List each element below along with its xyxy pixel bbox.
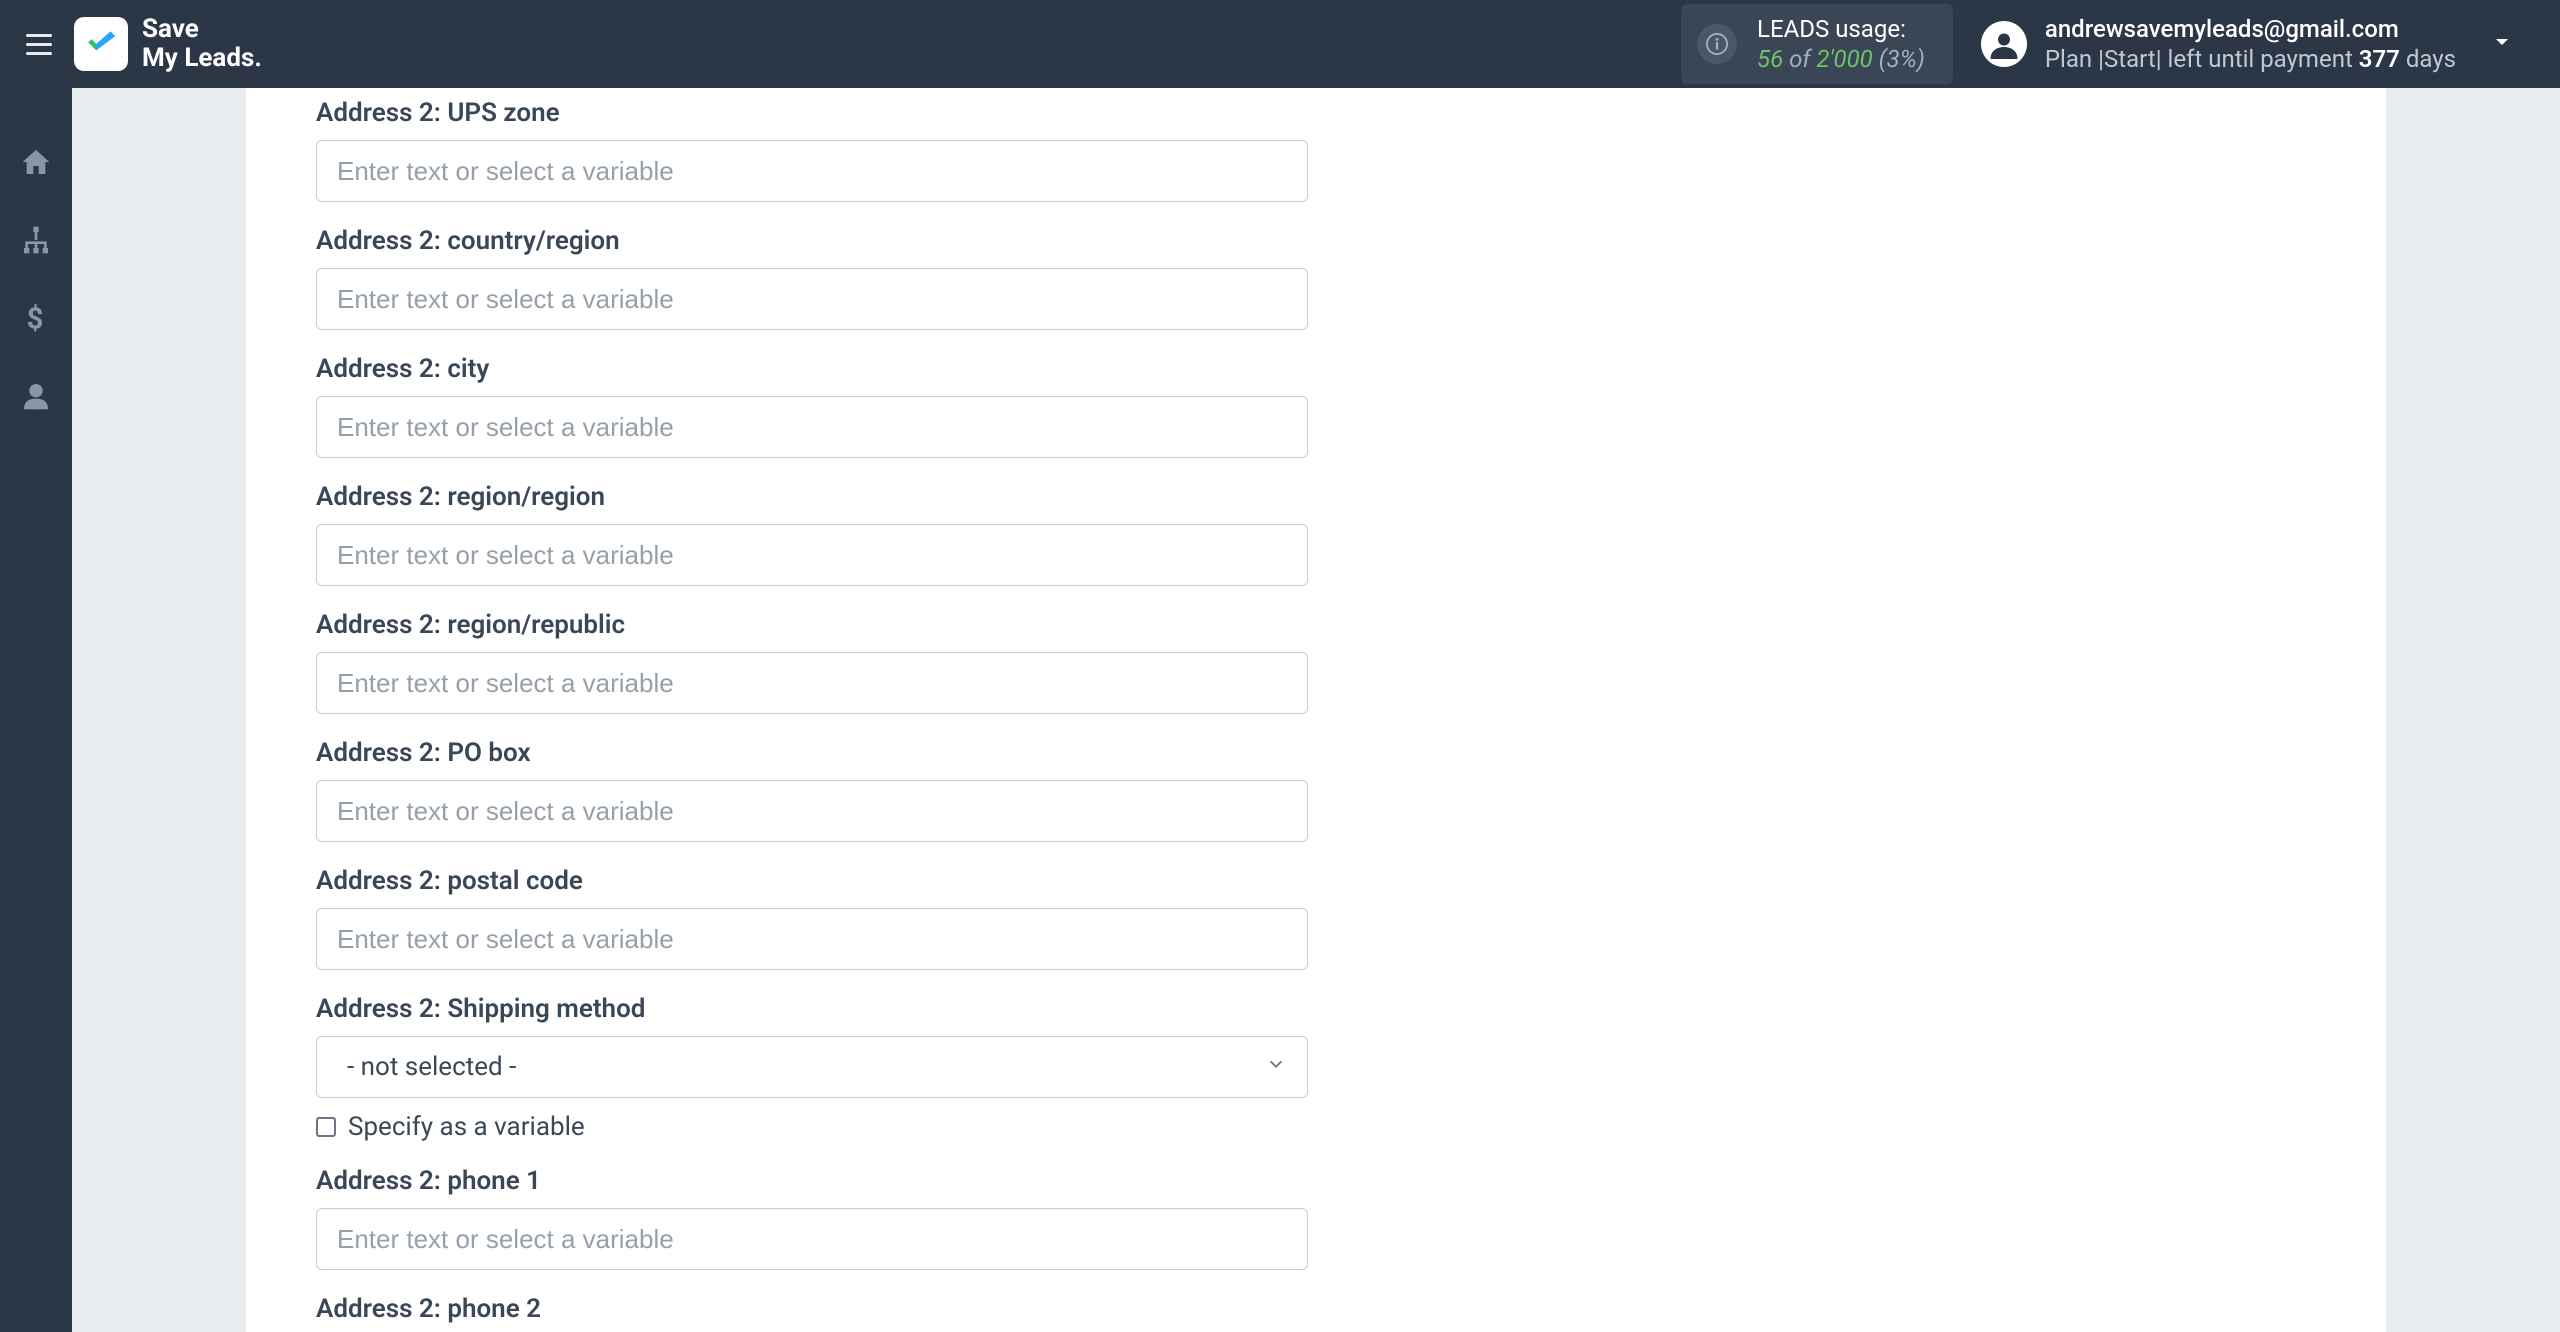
form-input[interactable]	[316, 268, 1308, 330]
chevron-down-icon	[1265, 1052, 1287, 1082]
form-group: Address 2: phone 2	[316, 1294, 1308, 1324]
form-input[interactable]	[316, 140, 1308, 202]
form-input[interactable]	[316, 524, 1308, 586]
form-group: Address 2: Shipping method - not selected…	[316, 994, 1308, 1142]
logo-icon	[74, 17, 128, 71]
logo[interactable]: Save My Leads.	[74, 15, 262, 72]
form-input[interactable]	[316, 652, 1308, 714]
leads-usage-title: LEADS usage:	[1757, 14, 1925, 44]
logo-text: Save My Leads.	[142, 15, 262, 72]
leads-usage-panel[interactable]: LEADS usage: 56 of 2'000 (3%)	[1681, 4, 1953, 84]
checkbox-label: Specify as a variable	[348, 1112, 585, 1142]
form-input[interactable]	[316, 780, 1308, 842]
user-email: andrewsavemyleads@gmail.com	[2045, 14, 2456, 44]
avatar-icon	[1981, 21, 2027, 67]
user-box[interactable]: andrewsavemyleads@gmail.com Plan |Start|…	[1981, 14, 2456, 74]
sidebar-item-account[interactable]	[16, 376, 56, 416]
form-label: Address 2: country/region	[316, 226, 1308, 256]
sidebar: $	[0, 88, 72, 1332]
form-label: Address 2: city	[316, 354, 1308, 384]
form-group: Address 2: UPS zone	[316, 98, 1308, 202]
leads-usage-values: 56 of 2'000 (3%)	[1757, 44, 1925, 74]
form-label: Address 2: UPS zone	[316, 98, 1308, 128]
user-plan-line: Plan |Start| left until payment 377 days	[2045, 44, 2456, 74]
form-select[interactable]: - not selected -	[316, 1036, 1308, 1098]
form-group: Address 2: country/region	[316, 226, 1308, 330]
form-label: Address 2: postal code	[316, 866, 1308, 896]
top-bar: Save My Leads. LEADS usage: 56 of 2'000 …	[0, 0, 2560, 88]
form-group: Address 2: postal code	[316, 866, 1308, 970]
form-input[interactable]	[316, 1208, 1308, 1270]
form-label: Address 2: phone 2	[316, 1294, 1308, 1324]
content-panel: Address 2: UPS zone Address 2: country/re…	[246, 88, 2386, 1332]
form-group: Address 2: city	[316, 354, 1308, 458]
form-input[interactable]	[316, 396, 1308, 458]
form-group: Address 2: PO box	[316, 738, 1308, 842]
form-label: Address 2: phone 1	[316, 1166, 1308, 1196]
form-group: Address 2: phone 1	[316, 1166, 1308, 1270]
info-icon	[1697, 24, 1737, 64]
form-label: Address 2: PO box	[316, 738, 1308, 768]
form-group: Address 2: region/republic	[316, 610, 1308, 714]
select-value: - not selected -	[347, 1052, 516, 1082]
sidebar-item-billing[interactable]: $	[16, 298, 56, 338]
specify-variable-checkbox[interactable]	[316, 1117, 336, 1137]
hamburger-menu-button[interactable]	[16, 24, 62, 65]
sidebar-item-home[interactable]	[16, 142, 56, 182]
user-menu-chevron-down-icon[interactable]	[2484, 20, 2520, 68]
checkbox-row: Specify as a variable	[316, 1112, 1308, 1142]
form-input[interactable]	[316, 908, 1308, 970]
main-area: Address 2: UPS zone Address 2: country/re…	[72, 88, 2560, 1332]
form-label: Address 2: Shipping method	[316, 994, 1308, 1024]
form-label: Address 2: region/republic	[316, 610, 1308, 640]
form-label: Address 2: region/region	[316, 482, 1308, 512]
svg-text:$: $	[27, 303, 44, 334]
form-group: Address 2: region/region	[316, 482, 1308, 586]
sidebar-item-connections[interactable]	[16, 220, 56, 260]
